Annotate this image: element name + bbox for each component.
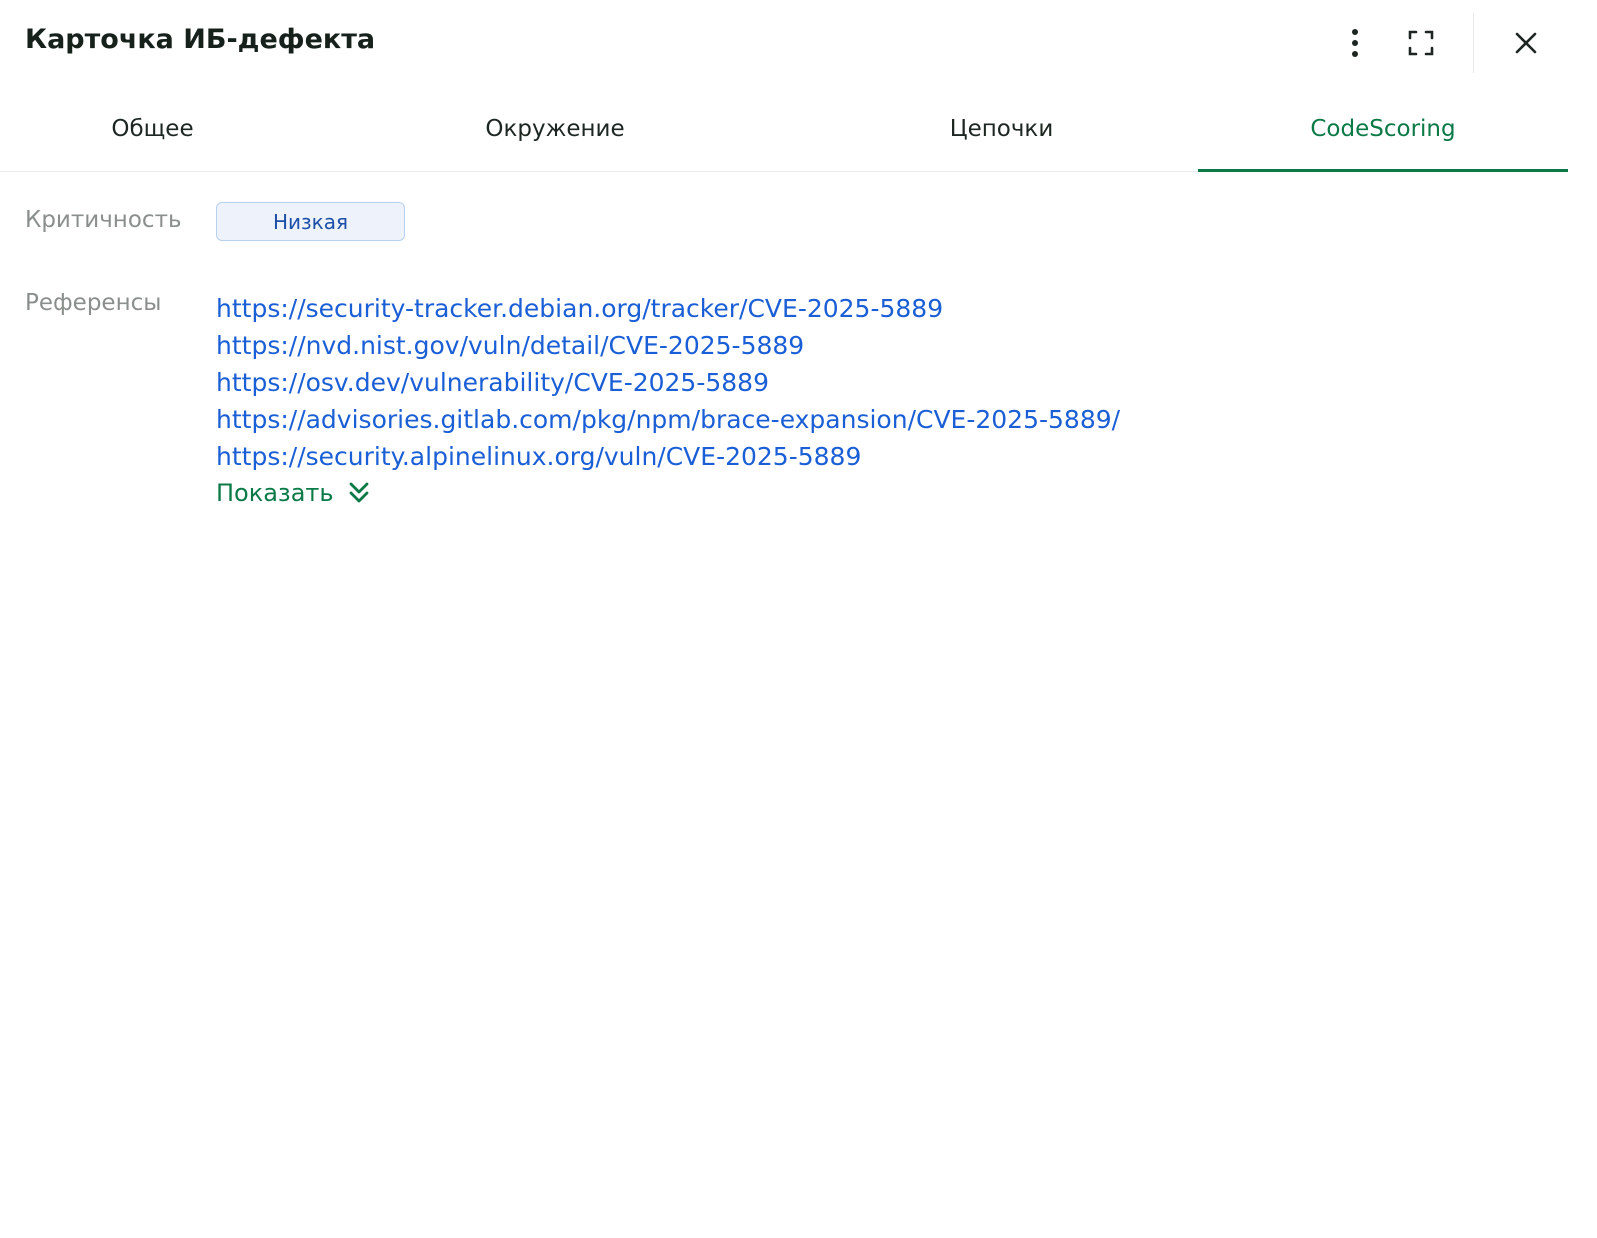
card-header: Карточка ИБ-дефекта <box>0 0 1568 88</box>
fullscreen-button[interactable] <box>1402 24 1440 62</box>
more-button[interactable] <box>1336 24 1374 62</box>
header-divider <box>1473 13 1474 73</box>
more-vertical-icon <box>1352 29 1358 57</box>
card-title: Карточка ИБ-дефекта <box>25 24 376 55</box>
tab-chains[interactable]: Цепочки <box>805 88 1198 171</box>
criticality-badge: Низкая <box>216 202 405 241</box>
close-button[interactable] <box>1507 24 1545 62</box>
tab-general[interactable]: Общее <box>0 88 305 171</box>
tab-codescoring[interactable]: CodeScoring <box>1198 88 1568 172</box>
criticality-label: Критичность <box>25 207 182 233</box>
tab-bar: Общее Окружение Цепочки CodeScoring <box>0 88 1568 172</box>
tab-environment[interactable]: Окружение <box>305 88 805 171</box>
fullscreen-icon <box>1408 30 1434 56</box>
reference-link[interactable]: https://security-tracker.debian.org/trac… <box>216 290 1120 327</box>
references-row: Референсы https://security-tracker.debia… <box>25 290 1120 507</box>
show-more-button[interactable]: Показать <box>216 479 1120 507</box>
reference-link[interactable]: https://advisories.gitlab.com/pkg/npm/br… <box>216 401 1120 438</box>
reference-link[interactable]: https://nvd.nist.gov/vuln/detail/CVE-202… <box>216 327 1120 364</box>
chevrons-down-icon <box>348 481 370 505</box>
references-label: Референсы <box>25 290 162 316</box>
criticality-row: Критичность Низкая <box>25 202 405 241</box>
defect-card-window: Карточка ИБ-дефекта Общее Окружение Цепо… <box>0 0 1568 1238</box>
references-list: https://security-tracker.debian.org/trac… <box>216 290 1120 507</box>
reference-link[interactable]: https://osv.dev/vulnerability/CVE-2025-5… <box>216 364 1120 401</box>
show-more-label: Показать <box>216 479 334 507</box>
close-icon <box>1515 32 1537 54</box>
reference-link[interactable]: https://security.alpinelinux.org/vuln/CV… <box>216 438 1120 475</box>
